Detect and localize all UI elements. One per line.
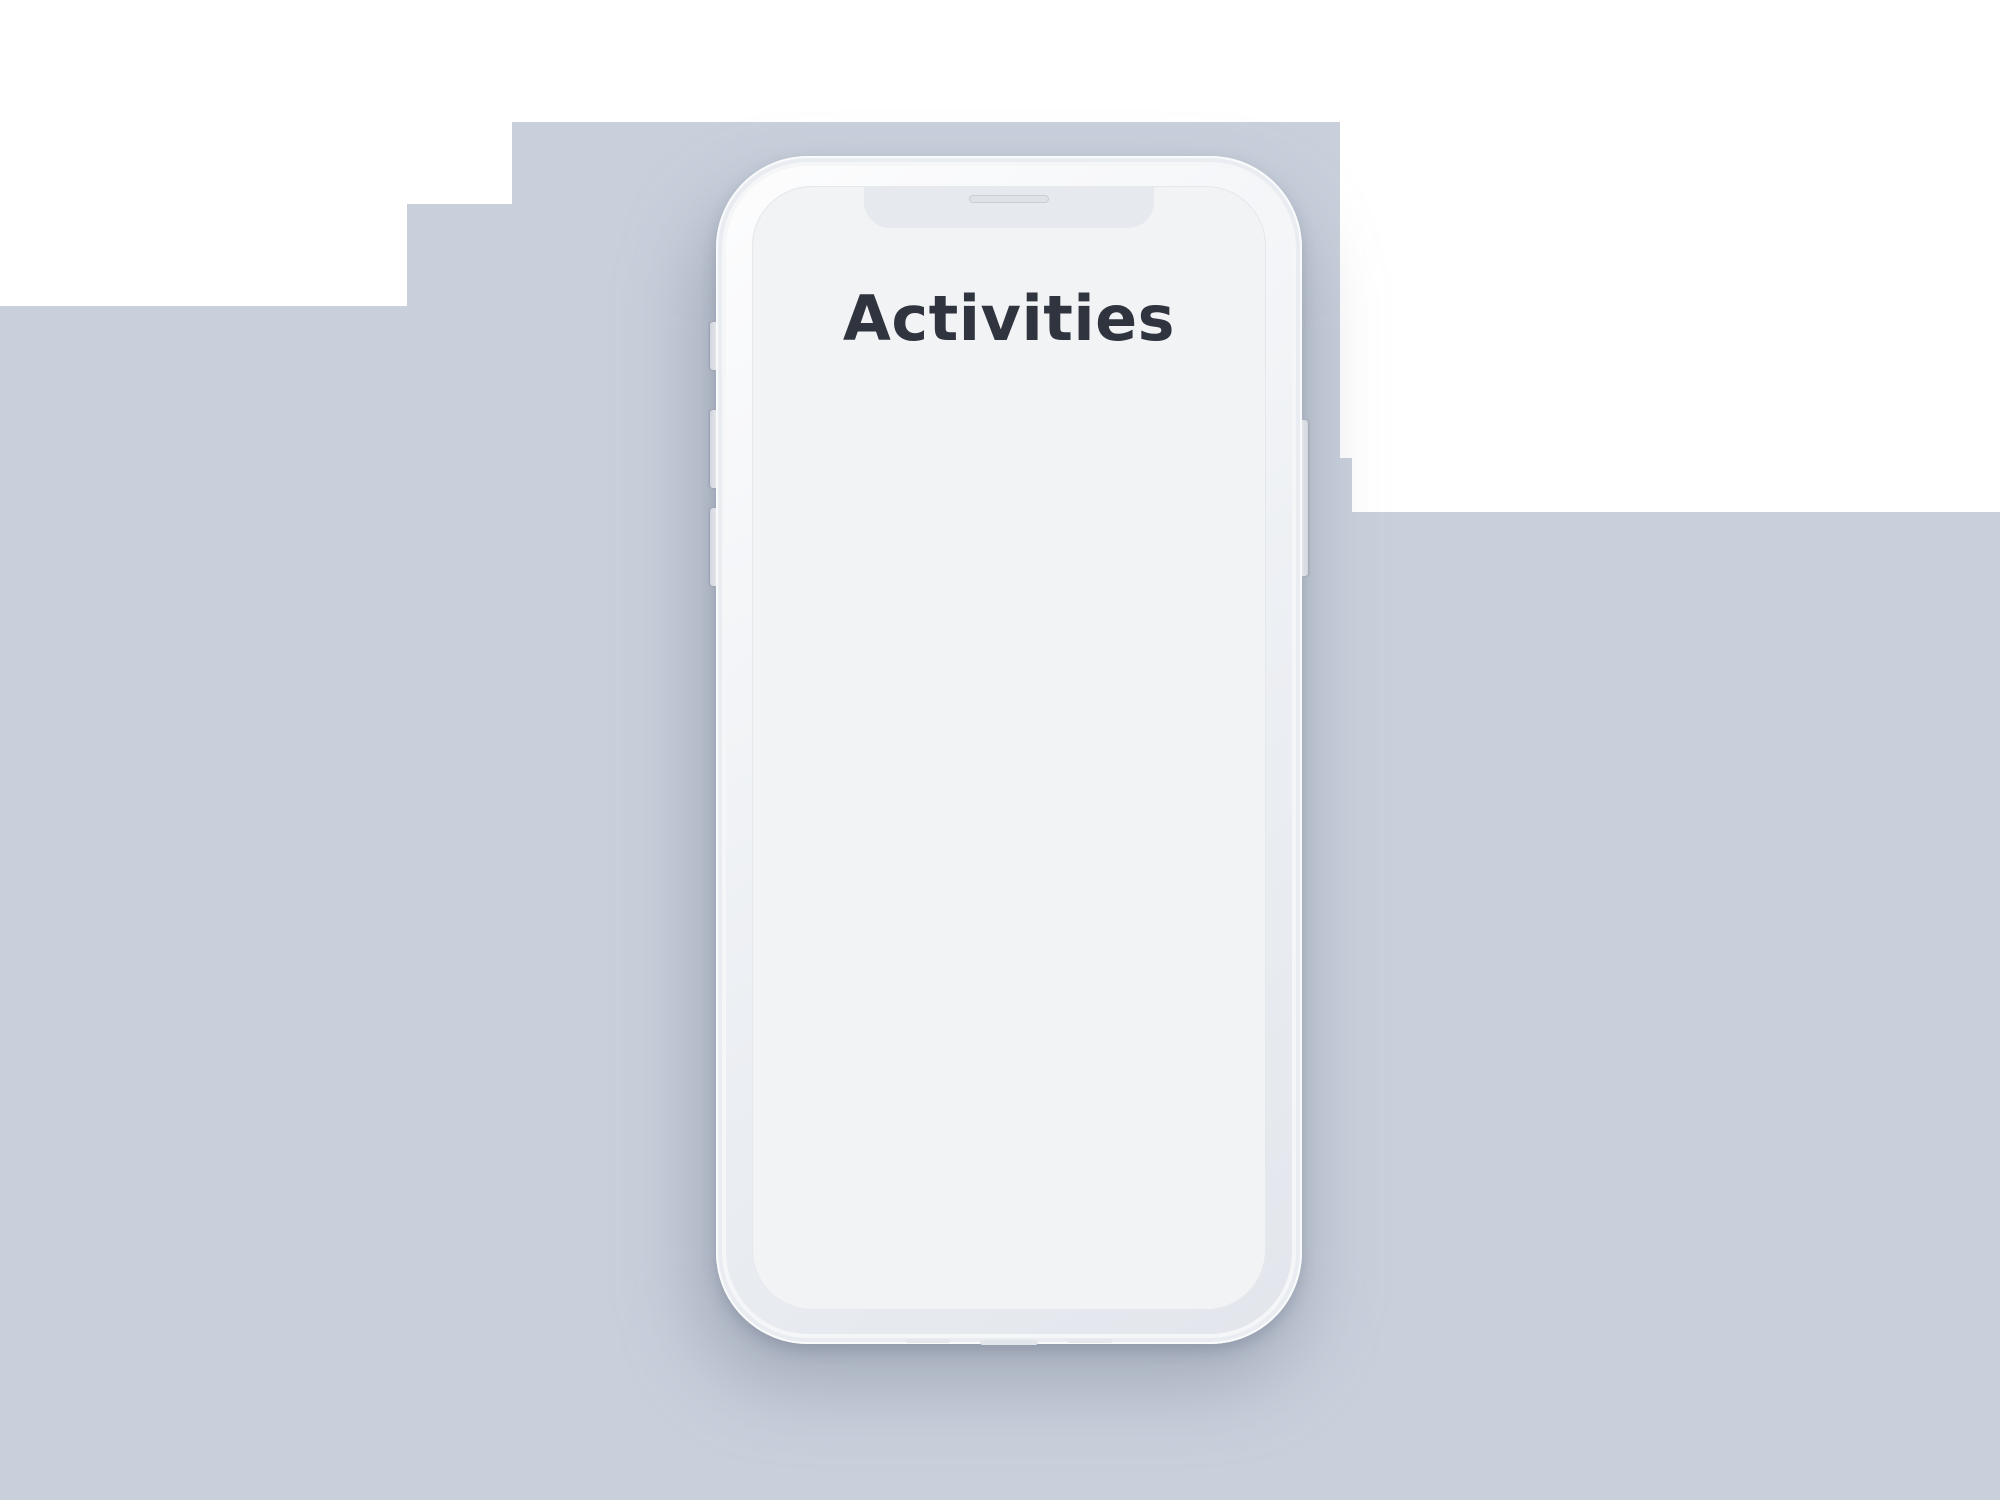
- speaker-grille: [906, 1339, 950, 1343]
- power-button: [1302, 420, 1308, 576]
- charging-port: [980, 1340, 1038, 1345]
- speaker-grille: [1068, 1339, 1112, 1343]
- notch: [864, 186, 1154, 228]
- backdrop-shape: [0, 306, 512, 1500]
- backdrop-shape: [1340, 512, 2000, 1500]
- phone-screen: Activities: [752, 186, 1266, 1310]
- page-title: Activities: [842, 282, 1176, 355]
- mockup-scene: Activities: [0, 0, 2000, 1500]
- phone-frame: Activities: [716, 156, 1302, 1345]
- earpiece-speaker: [969, 195, 1049, 203]
